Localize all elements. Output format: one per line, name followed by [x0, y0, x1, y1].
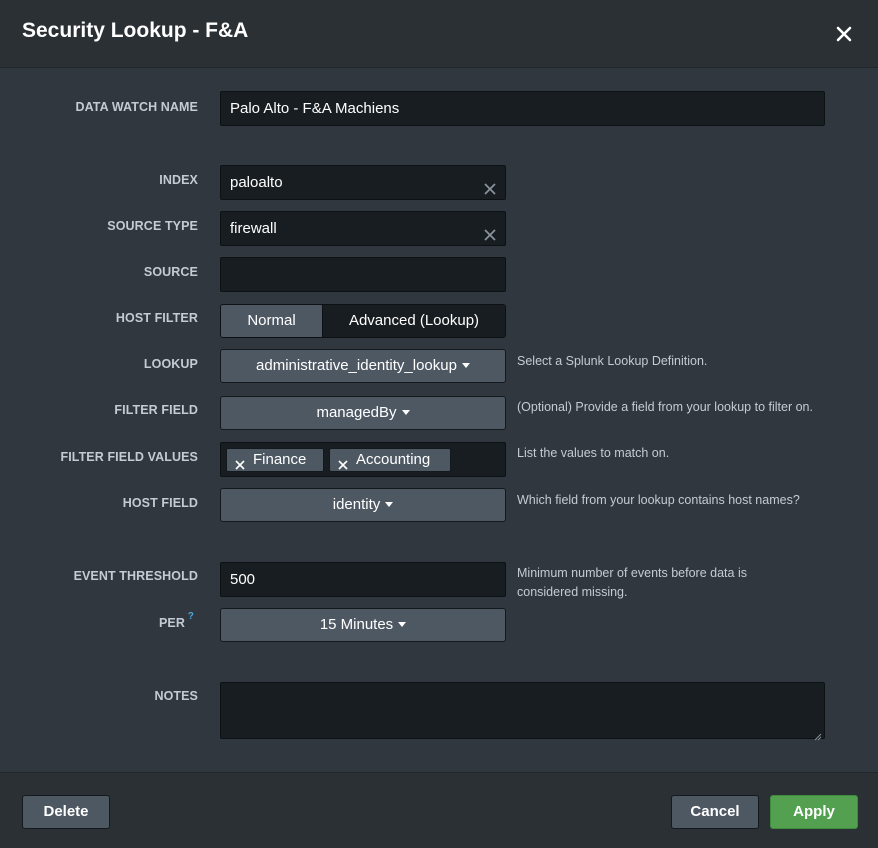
value-chip-finance[interactable]: Finance	[226, 448, 324, 472]
host-filter-label: HOST FILTER	[115, 311, 198, 325]
host-filter-normal-option[interactable]: Normal	[221, 305, 323, 337]
remove-x-icon[interactable]	[338, 455, 348, 470]
per-dropdown[interactable]: 15 Minutes	[220, 608, 506, 642]
close-icon[interactable]	[832, 22, 856, 46]
notes-textarea[interactable]	[220, 682, 825, 741]
modal-title: Security Lookup - F&A	[22, 19, 249, 42]
filter-field-label: FILTER FIELD	[114, 403, 198, 417]
clear-icon[interactable]	[483, 221, 497, 241]
filter-field-dropdown[interactable]: managedBy	[220, 396, 506, 430]
data-watch-name-value: Palo Alto - F&A Machiens	[230, 100, 400, 117]
event-threshold-label: EVENT THRESHOLD	[73, 569, 198, 583]
lookup-label: LOOKUP	[143, 357, 198, 371]
filter-field-help: (Optional) Provide a field from your loo…	[517, 400, 813, 414]
delete-button[interactable]: Delete	[22, 795, 110, 829]
per-label: PER?	[0, 611, 194, 630]
filter-field-values-multiselect[interactable]: Finance Accounting	[220, 442, 506, 477]
per-label-text: PER	[158, 616, 185, 630]
caret-down-icon	[398, 622, 407, 627]
filter-field-value: managedBy	[316, 404, 397, 421]
data-watch-name-input[interactable]: Palo Alto - F&A Machiens	[220, 91, 825, 126]
notes-label: NOTES	[154, 689, 198, 703]
event-threshold-input[interactable]: 500	[220, 562, 506, 597]
cancel-button[interactable]: Cancel	[671, 795, 759, 829]
per-value: 15 Minutes	[319, 616, 394, 633]
host-filter-toggle: Normal Advanced (Lookup)	[220, 304, 506, 338]
filter-field-values-label: FILTER FIELD VALUES	[60, 450, 198, 464]
host-field-help: Which field from your lookup contains ho…	[517, 493, 800, 507]
lookup-dropdown[interactable]: administrative_identity_lookup	[220, 349, 506, 383]
source-type-label: SOURCE TYPE	[107, 219, 198, 233]
data-watch-name-label: DATA WATCH NAME	[75, 100, 198, 114]
source-input[interactable]	[220, 257, 506, 292]
filter-field-values-help: List the values to match on.	[517, 446, 670, 460]
lookup-value: administrative_identity_lookup	[256, 357, 457, 374]
help-marker-icon[interactable]: ?	[188, 611, 194, 622]
index-value: paloalto	[230, 174, 283, 191]
caret-down-icon	[461, 363, 470, 368]
resize-handle-icon[interactable]	[814, 728, 822, 741]
remove-x-icon[interactable]	[235, 455, 245, 470]
apply-button[interactable]: Apply	[770, 795, 858, 829]
host-field-dropdown[interactable]: identity	[220, 488, 506, 522]
clear-icon[interactable]	[483, 175, 497, 195]
value-chip-label: Accounting	[356, 451, 431, 468]
event-threshold-help: Minimum number of events before data is …	[517, 566, 747, 599]
caret-down-icon	[401, 410, 410, 415]
value-chip-accounting[interactable]: Accounting	[329, 448, 451, 472]
host-filter-advanced-option[interactable]: Advanced (Lookup)	[323, 305, 505, 337]
host-field-value: identity	[332, 496, 381, 513]
source-type-input[interactable]: firewall	[220, 211, 506, 246]
index-input[interactable]: paloalto	[220, 165, 506, 200]
value-chip-label: Finance	[253, 451, 307, 468]
lookup-help: Select a Splunk Lookup Definition.	[517, 354, 708, 368]
modal-header: Security Lookup - F&A	[0, 0, 878, 68]
caret-down-icon	[385, 502, 394, 507]
security-lookup-modal: Security Lookup - F&A DATA WATCH NAME Pa…	[0, 0, 878, 848]
source-label: SOURCE	[143, 265, 198, 279]
source-type-value: firewall	[230, 220, 277, 237]
host-field-label: HOST FIELD	[122, 496, 198, 510]
event-threshold-value: 500	[230, 571, 256, 588]
index-label: INDEX	[159, 173, 198, 187]
